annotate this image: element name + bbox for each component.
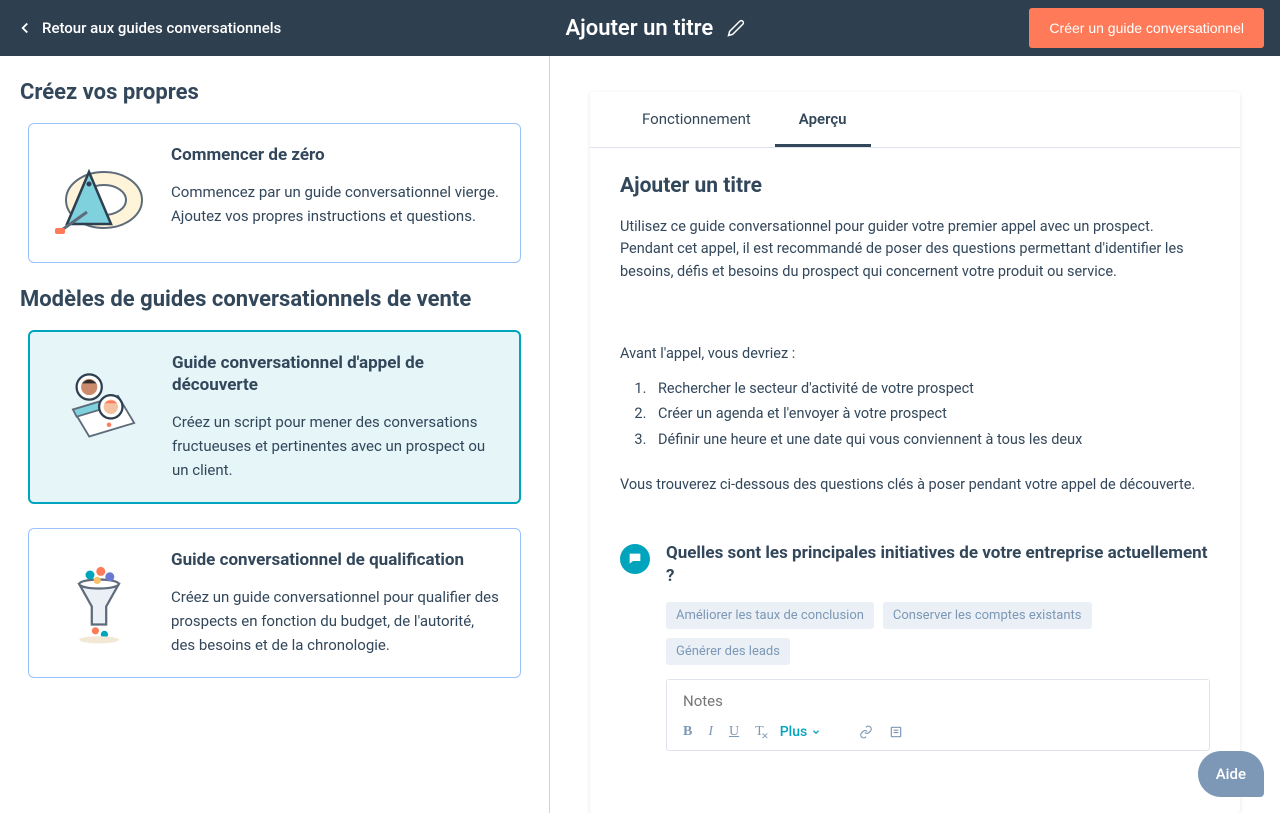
help-button[interactable]: Aide xyxy=(1198,751,1264,797)
tab-how-it-works[interactable]: Fonctionnement xyxy=(618,92,775,147)
notes-input[interactable] xyxy=(667,680,1209,718)
answer-tags: Améliorer les taux de conclusion Conserv… xyxy=(666,602,1210,665)
ruler-tools-icon xyxy=(49,152,149,242)
card-desc: Créez un guide conversationnel pour qual… xyxy=(171,585,500,657)
notes-editor: B I U T✕ Plus xyxy=(666,679,1210,751)
underline-button[interactable]: U xyxy=(729,724,739,740)
preview-panel: Fonctionnement Aperçu Ajouter un titre U… xyxy=(550,56,1280,813)
step-item: Définir une heure et une date qui vous c… xyxy=(650,427,1210,452)
section-create-own: Créez vos propres xyxy=(20,80,529,105)
question-block: Quelles sont les principales initiatives… xyxy=(620,542,1210,751)
chat-bubble-icon xyxy=(620,544,650,574)
more-options-button[interactable]: Plus xyxy=(780,724,822,740)
funnel-icon xyxy=(49,557,149,657)
section-sales-templates: Modèles de guides conversationnels de ve… xyxy=(20,287,529,312)
preview-title: Ajouter un titre xyxy=(620,174,1210,198)
create-guide-button[interactable]: Créer un guide conversationnel xyxy=(1029,8,1264,48)
card-qualification[interactable]: Guide conversationnel de qualification C… xyxy=(28,528,521,678)
tab-preview[interactable]: Aperçu xyxy=(775,92,871,147)
link-icon[interactable] xyxy=(859,725,873,739)
before-call-steps: Rechercher le secteur d'activité de votr… xyxy=(650,376,1210,452)
clear-format-button[interactable]: T✕ xyxy=(755,724,764,740)
before-call-label: Avant l'appel, vous devriez : xyxy=(620,343,1210,365)
back-link-label: Retour aux guides conversationnels xyxy=(42,19,281,37)
preview-intro: Utilisez ce guide conversationnel pour g… xyxy=(620,216,1210,283)
question-text: Quelles sont les principales initiatives… xyxy=(666,542,1210,588)
step-item: Créer un agenda et l'envoyer à votre pro… xyxy=(650,401,1210,426)
answer-tag[interactable]: Conserver les comptes existants xyxy=(883,602,1092,629)
snippet-icon[interactable] xyxy=(889,725,903,739)
back-link[interactable]: Retour aux guides conversationnels xyxy=(16,19,281,37)
chevron-left-icon xyxy=(16,19,34,37)
italic-button[interactable]: I xyxy=(708,724,713,740)
chevron-down-icon xyxy=(811,727,821,737)
card-title: Guide conversationnel d'appel de découve… xyxy=(172,352,499,396)
page-title-group[interactable]: Ajouter un titre xyxy=(565,16,745,41)
card-discovery-call[interactable]: Guide conversationnel d'appel de découve… xyxy=(28,330,521,504)
templates-panel: Créez vos propres Commencer de zéro Comm… xyxy=(0,56,550,813)
card-title: Guide conversationnel de qualification xyxy=(171,549,500,571)
card-start-from-scratch[interactable]: Commencer de zéro Commencez par un guide… xyxy=(28,123,521,263)
answer-tag[interactable]: Générer des leads xyxy=(666,638,790,665)
edit-icon xyxy=(727,19,745,37)
conversation-avatars-icon xyxy=(50,360,150,482)
card-desc: Créez un script pour mener des conversat… xyxy=(172,410,499,482)
rich-text-toolbar: B I U T✕ Plus xyxy=(667,718,1209,750)
page-title: Ajouter un titre xyxy=(565,16,713,41)
step-item: Rechercher le secteur d'activité de votr… xyxy=(650,376,1210,401)
below-text: Vous trouverez ci-dessous des questions … xyxy=(620,474,1210,496)
answer-tag[interactable]: Améliorer les taux de conclusion xyxy=(666,602,874,629)
bold-button[interactable]: B xyxy=(683,724,692,740)
card-title: Commencer de zéro xyxy=(171,144,500,166)
card-desc: Commencez par un guide conversationnel v… xyxy=(171,180,500,228)
